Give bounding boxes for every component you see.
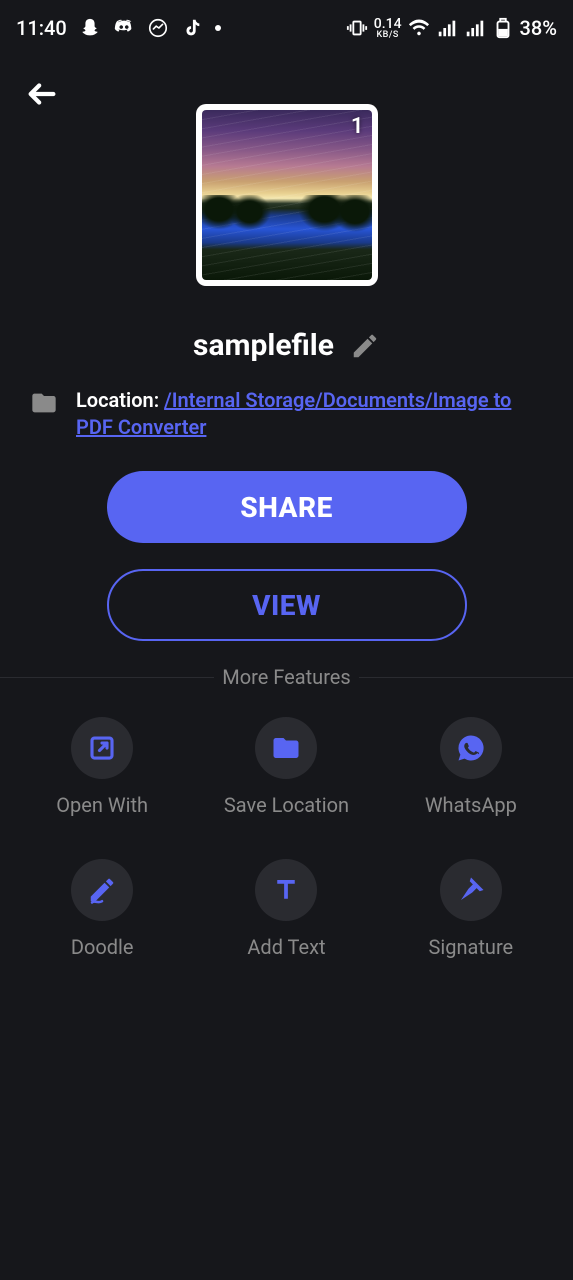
arrow-left-icon — [25, 77, 59, 111]
feature-label: Signature — [428, 935, 513, 959]
location-row: Location: /Internal Storage/Documents/Im… — [0, 387, 573, 441]
status-bar: 11:40 0.14 KB/S — [0, 0, 573, 56]
feature-save-location[interactable]: Save Location — [194, 717, 378, 817]
location-text: Location: /Internal Storage/Documents/Im… — [76, 387, 543, 441]
back-button[interactable] — [22, 74, 62, 114]
feature-label: Add Text — [247, 935, 325, 959]
preview-card[interactable]: 1 — [196, 104, 378, 286]
feature-doodle[interactable]: Doodle — [10, 859, 194, 959]
discord-icon — [113, 17, 135, 39]
battery-percent: 38% — [520, 16, 557, 40]
file-name: samplefile — [193, 328, 334, 363]
doodle-icon — [87, 875, 117, 905]
feature-add-text[interactable]: Add Text — [194, 859, 378, 959]
page-count-badge: 1 — [351, 114, 364, 139]
battery-icon — [492, 17, 514, 39]
signal-icon-2 — [464, 17, 486, 39]
whatsapp-icon — [456, 733, 486, 763]
status-time: 11:40 — [16, 16, 67, 40]
vibrate-icon — [346, 17, 368, 39]
share-button[interactable]: SHARE — [107, 471, 467, 543]
feature-open-with[interactable]: Open With — [10, 717, 194, 817]
feature-grid: Open With Save Location WhatsApp Doodle … — [0, 717, 573, 959]
text-icon — [271, 875, 301, 905]
pencil-icon — [350, 331, 380, 361]
more-features-separator: More Features — [0, 665, 573, 689]
feature-label: WhatsApp — [425, 793, 517, 817]
feature-label: Doodle — [71, 935, 134, 959]
edit-name-button[interactable] — [350, 331, 380, 361]
view-button[interactable]: VIEW — [107, 569, 467, 641]
feature-label: Open With — [56, 793, 148, 817]
signal-icon-1 — [436, 17, 458, 39]
status-left: 11:40 — [16, 16, 221, 40]
tiktok-icon — [181, 17, 203, 39]
notification-dot — [215, 25, 221, 31]
feature-signature[interactable]: Signature — [379, 859, 563, 959]
snapchat-icon — [79, 17, 101, 39]
feature-label: Save Location — [224, 793, 349, 817]
folder-icon — [30, 389, 58, 417]
feature-whatsapp[interactable]: WhatsApp — [379, 717, 563, 817]
more-features-label: More Features — [214, 665, 358, 689]
network-speed: 0.14 KB/S — [374, 17, 402, 40]
messenger-icon — [147, 17, 169, 39]
location-label: Location: — [76, 388, 164, 412]
wifi-icon — [408, 17, 430, 39]
signature-icon — [456, 875, 486, 905]
folder-solid-icon — [271, 733, 301, 763]
open-with-icon — [87, 733, 117, 763]
status-right: 0.14 KB/S 38% — [346, 16, 557, 40]
preview-image — [202, 110, 372, 280]
